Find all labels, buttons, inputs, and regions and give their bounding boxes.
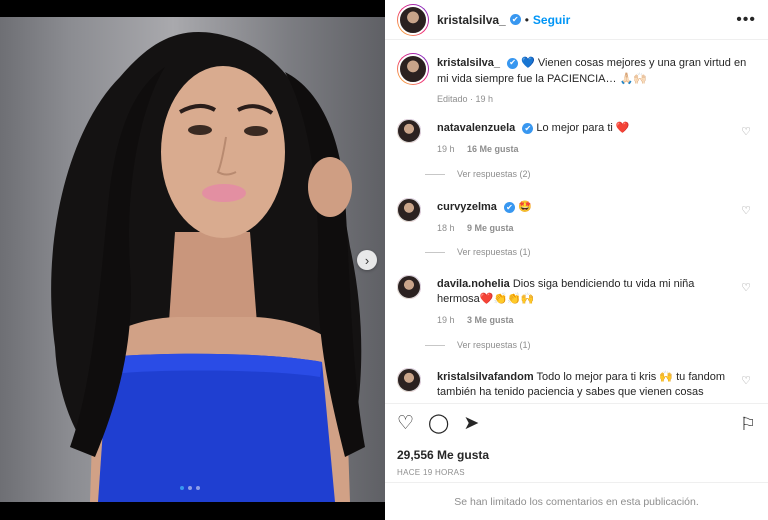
view-replies-label: Ver respuestas (2) xyxy=(457,169,531,179)
post-timestamp: HACE 19 HORAS xyxy=(397,468,465,477)
view-replies-label: Ver respuestas (1) xyxy=(457,340,531,350)
chevron-right-icon: › xyxy=(364,252,370,268)
separator: • xyxy=(524,12,529,27)
heart-icon[interactable]: ♡ xyxy=(741,204,751,217)
post-side-panel: kristalsilva_ ✔ • Seguir ••• kristalsilv… xyxy=(385,0,768,520)
heart-icon[interactable]: ♡ xyxy=(741,281,751,294)
divider xyxy=(425,251,445,253)
avatar[interactable] xyxy=(397,3,429,36)
view-replies-button[interactable]: Ver respuestas (1) xyxy=(425,247,531,257)
avatar[interactable] xyxy=(397,119,421,143)
post-media: › xyxy=(0,0,385,520)
heart-icon[interactable]: ♡ xyxy=(741,125,751,138)
verified-badge-icon: ✔ xyxy=(522,122,534,134)
comment-time: 18 h xyxy=(437,223,455,233)
more-options-icon[interactable]: ••• xyxy=(736,11,756,29)
verified-badge-icon: ✔ xyxy=(504,201,515,213)
comment-time: 19 h xyxy=(437,315,455,325)
likes-label: Me gusta xyxy=(437,448,490,462)
comment-likes-button[interactable]: 3 Me gusta xyxy=(467,315,514,325)
avatar[interactable] xyxy=(397,53,429,85)
carousel-dot xyxy=(180,486,184,490)
post-photo[interactable] xyxy=(0,17,385,502)
likes-number: 29,556 xyxy=(397,448,434,462)
verified-badge-icon: ✔ xyxy=(507,57,519,69)
comment-username[interactable]: davila.nohelia xyxy=(437,278,510,290)
comment-time: 19 h xyxy=(437,144,455,154)
caption-username[interactable]: kristalsilva_ xyxy=(437,57,500,69)
heart-icon[interactable]: ♡ xyxy=(741,374,751,387)
carousel-dot xyxy=(188,486,192,490)
carousel-next-button[interactable]: › xyxy=(357,250,377,270)
carousel-dot xyxy=(196,486,200,490)
avatar[interactable] xyxy=(397,275,421,299)
follow-button[interactable]: Seguir xyxy=(533,13,570,27)
bookmark-icon[interactable]: ⚐ xyxy=(740,414,756,435)
woman-portrait-image xyxy=(51,31,365,502)
verified-badge-icon: ✔ xyxy=(509,14,521,25)
comment-likes-button[interactable]: 16 Me gusta xyxy=(467,144,519,154)
comment-username[interactable]: curvyzelma xyxy=(437,201,497,213)
comment-text: Lo mejor para ti ❤️ xyxy=(536,122,630,134)
view-replies-button[interactable]: Ver respuestas (1) xyxy=(425,340,531,350)
comment-text: 🤩 xyxy=(518,201,532,213)
caption-meta: Editado · 19 h xyxy=(437,94,494,104)
post-username[interactable]: kristalsilva_ xyxy=(437,13,506,27)
post-header: kristalsilva_ ✔ • Seguir ••• xyxy=(385,0,768,40)
comments-list[interactable]: kristalsilva_ ✔ 💙 Vienen cosas mejores y… xyxy=(385,41,768,403)
view-replies-button[interactable]: Ver respuestas (2) xyxy=(425,169,531,179)
avatar[interactable] xyxy=(397,368,421,392)
comment-bubble-icon[interactable]: ◯ xyxy=(428,414,449,434)
post-actions: ♡ ◯ ➤ ⚐ 29,556 Me gusta HACE 19 HORAS Se… xyxy=(385,403,768,520)
comments-limited-notice: Se han limitado los comentarios en esta … xyxy=(385,482,768,520)
likes-count[interactable]: 29,556 Me gusta xyxy=(397,448,489,462)
divider xyxy=(425,344,445,346)
comment-likes-button[interactable]: 9 Me gusta xyxy=(467,223,514,233)
carousel-indicator xyxy=(180,486,200,490)
share-send-icon[interactable]: ➤ xyxy=(463,414,479,434)
comment-username[interactable]: natavalenzuela xyxy=(437,122,515,134)
view-replies-label: Ver respuestas (1) xyxy=(457,247,531,257)
like-heart-icon[interactable]: ♡ xyxy=(397,414,414,434)
avatar[interactable] xyxy=(397,198,421,222)
divider xyxy=(425,173,445,175)
comment-username[interactable]: kristalsilvafandom xyxy=(437,371,534,383)
